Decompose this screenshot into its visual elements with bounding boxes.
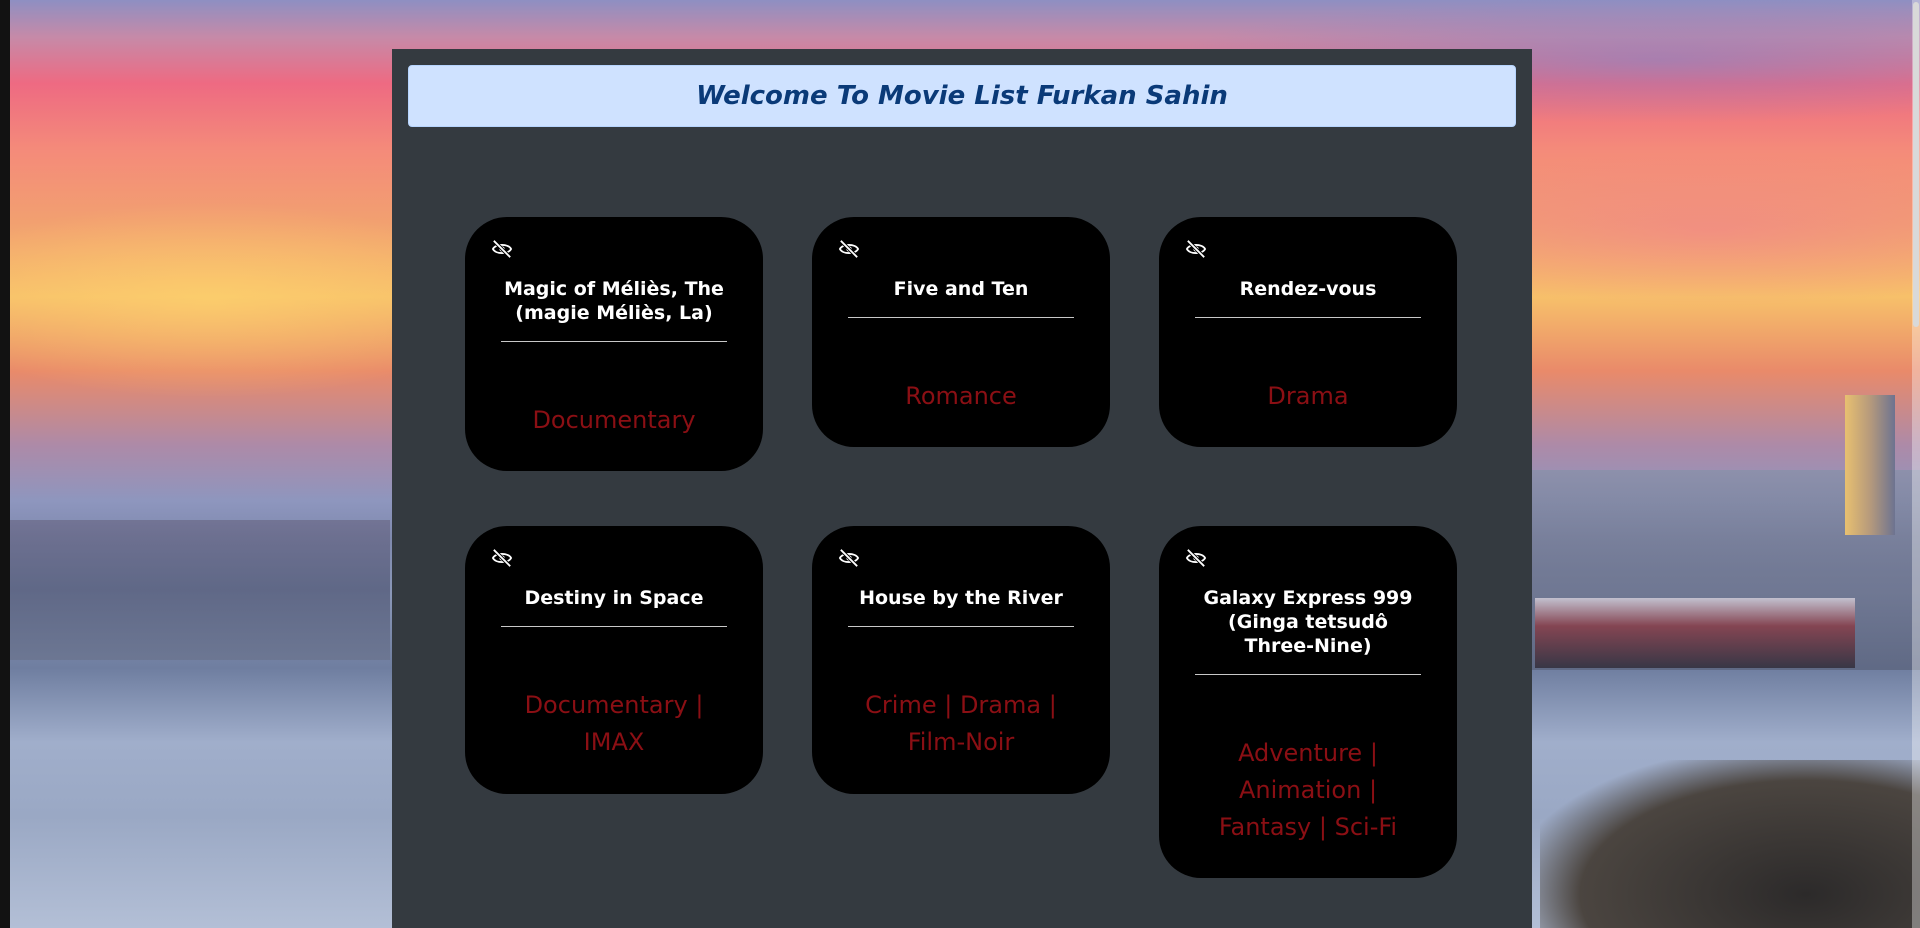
movie-card: Five and Ten Romance [812, 217, 1110, 447]
movie-card: Destiny in Space Documentary | IMAX [465, 526, 763, 794]
movie-card: House by the River Crime | Drama | Film-… [812, 526, 1110, 794]
movie-title: Rendez-vous [1239, 278, 1377, 300]
divider [501, 626, 727, 627]
eye-slash-icon[interactable] [1185, 239, 1207, 259]
divider [848, 317, 1074, 318]
movie-genres: Documentary | IMAX [524, 691, 704, 756]
eye-slash-icon[interactable] [838, 548, 860, 568]
movie-list-panel: Welcome To Movie List Furkan Sahin Magic… [392, 49, 1532, 928]
scrollbar-thumb[interactable] [1913, 2, 1919, 327]
movie-card: Rendez-vous Drama [1159, 217, 1457, 447]
movie-genres: Adventure | Animation | Fantasy | Sci-Fi [1218, 739, 1398, 841]
welcome-banner: Welcome To Movie List Furkan Sahin [408, 65, 1516, 127]
eye-slash-icon[interactable] [1185, 548, 1207, 568]
window-edge [0, 0, 10, 928]
divider [1195, 317, 1421, 318]
movie-title: Magic of Méliès, The (magie Méliès, La) [504, 278, 724, 324]
eye-slash-icon[interactable] [838, 239, 860, 259]
divider [848, 626, 1074, 627]
eye-slash-icon[interactable] [491, 548, 513, 568]
movie-genres: Drama [1267, 382, 1349, 410]
divider [1195, 674, 1421, 675]
background-ferry [1535, 598, 1855, 668]
divider [501, 341, 727, 342]
eye-slash-icon[interactable] [491, 239, 513, 259]
movie-card: Magic of Méliès, The (magie Méliès, La) … [465, 217, 763, 471]
movie-title: Galaxy Express 999 (Ginga tetsudô Three-… [1203, 587, 1413, 657]
movie-title: Five and Ten [893, 278, 1029, 300]
background-city-left [10, 520, 390, 660]
movie-title: Destiny in Space [524, 587, 704, 609]
movie-genres: Crime | Drama | Film-Noir [865, 691, 1057, 756]
movie-genres: Romance [905, 382, 1017, 410]
movie-title: House by the River [859, 587, 1063, 609]
background-tower [1845, 395, 1895, 535]
movie-card: Galaxy Express 999 (Ginga tetsudô Three-… [1159, 526, 1457, 878]
movie-genres: Documentary [532, 406, 696, 434]
background-rocks [1540, 760, 1920, 928]
page-title: Welcome To Movie List Furkan Sahin [696, 81, 1228, 111]
